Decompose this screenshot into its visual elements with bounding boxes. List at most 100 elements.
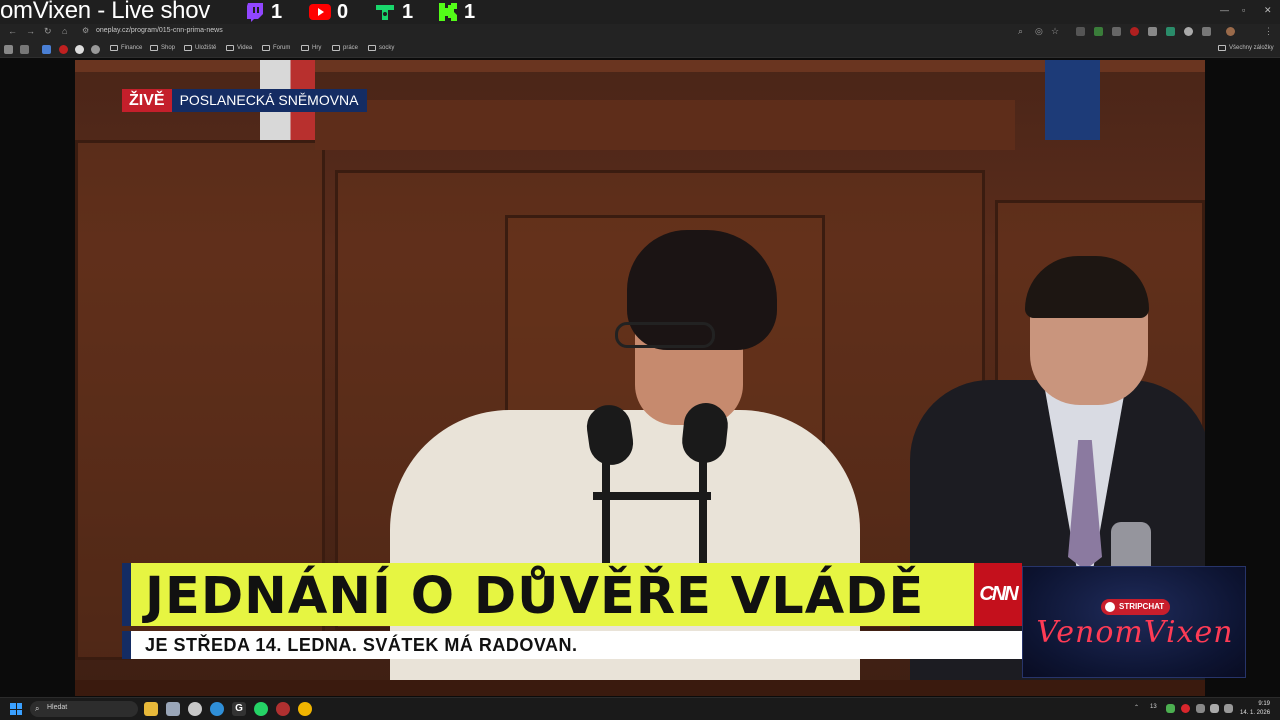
- bookmark-videos[interactable]: Videa: [226, 45, 252, 51]
- chevron-up-icon[interactable]: ⌃: [1134, 704, 1139, 711]
- file-explorer-icon[interactable]: [144, 702, 158, 716]
- tray-app-icon[interactable]: [1181, 704, 1190, 713]
- back-icon[interactable]: ←: [8, 26, 17, 36]
- window-title-bar[interactable]: omVixen - Live shov 1 0 1 1 — ▫ ✕: [0, 0, 1280, 24]
- folder-icon: [110, 45, 118, 51]
- settings-icon[interactable]: [188, 702, 202, 716]
- taskbar-search[interactable]: ⌕ Hledat: [30, 701, 138, 717]
- stripchat-logo-icon: [1105, 602, 1115, 612]
- wood-rail: [315, 100, 1015, 150]
- calculator-icon[interactable]: [166, 702, 180, 716]
- bookmark-favicon[interactable]: [42, 45, 51, 54]
- bookmark-games[interactable]: Hry: [301, 45, 321, 51]
- folder-icon: [184, 45, 192, 51]
- home-icon[interactable]: ⌂: [62, 26, 67, 36]
- bookmark-socky[interactable]: socky: [368, 45, 394, 51]
- minimize-icon[interactable]: —: [1220, 5, 1229, 15]
- system-clock[interactable]: 9:19 14. 1. 2026: [1240, 700, 1270, 718]
- bookmark-favicon[interactable]: [75, 45, 84, 54]
- taskbar: ⌕ Hledat G ⌃ 13 9:19 14. 1. 2026: [0, 697, 1280, 720]
- extension-icon[interactable]: [1076, 27, 1085, 36]
- puzzle-icon[interactable]: [1202, 27, 1211, 36]
- extension-icon[interactable]: [1094, 27, 1103, 36]
- reload-icon[interactable]: ↻: [44, 26, 52, 37]
- hide-icon[interactable]: ◎: [1035, 26, 1043, 37]
- trovo-icon: [376, 5, 394, 20]
- desk-edge: [75, 680, 1205, 696]
- extension-icon[interactable]: [1112, 27, 1121, 36]
- close-icon[interactable]: ✕: [1264, 5, 1272, 16]
- avatar[interactable]: [1226, 27, 1235, 36]
- lower-third: JEDNÁNÍ O DŮVĚŘE VLÁDĚ CNN JE STŘEDA 14.…: [122, 563, 1022, 660]
- youtube-viewer-stat: 0: [309, 1, 348, 23]
- grid-icon[interactable]: [20, 45, 29, 54]
- search-placeholder: Hledat: [47, 704, 68, 711]
- chrome-icon[interactable]: [298, 702, 312, 716]
- kick-count: 1: [464, 0, 476, 23]
- cnn-logo: CNN: [974, 563, 1022, 626]
- bookmark-storage[interactable]: Uložiště: [184, 45, 216, 51]
- ticker-text: JE STŘEDA 14. LEDNA. SVÁTEK MÁ RADOVAN.: [145, 635, 578, 655]
- site-info-icon[interactable]: ⚙: [82, 26, 89, 35]
- bookmark-work[interactable]: práce: [332, 45, 358, 51]
- edge-icon[interactable]: [210, 702, 224, 716]
- location-label: POSLANECKÁ SNĚMOVNA: [171, 89, 367, 112]
- clock-time: 9:19: [1258, 701, 1271, 707]
- g-app-icon[interactable]: G: [232, 702, 246, 716]
- address-bar[interactable]: oneplay.cz/program/015-cnn-prima-news: [96, 27, 223, 34]
- folder-icon: [1218, 45, 1226, 51]
- twitch-count: 1: [271, 0, 283, 23]
- zoom-icon[interactable]: ⌕: [1018, 26, 1023, 37]
- extension-icon[interactable]: [1166, 27, 1175, 36]
- youtube-icon: [309, 4, 331, 20]
- screen: omVixen - Live shov 1 0 1 1 — ▫ ✕ ← → ↻ …: [0, 0, 1280, 720]
- bookmark-favicon[interactable]: [91, 45, 100, 54]
- kick-icon: [439, 3, 457, 21]
- extension-icon[interactable]: [1148, 27, 1157, 36]
- search-icon: ⌕: [35, 704, 40, 713]
- folder-icon: [226, 45, 234, 51]
- maximize-icon[interactable]: ▫: [1242, 5, 1245, 15]
- bookmark-star-icon[interactable]: ☆: [1051, 26, 1059, 37]
- bookmark-finance[interactable]: Finance: [110, 45, 142, 51]
- battery-icon[interactable]: [1224, 704, 1233, 713]
- windows-start-icon[interactable]: [10, 703, 22, 715]
- all-bookmarks[interactable]: Všechny záložky: [1218, 45, 1274, 51]
- folder-icon: [301, 45, 309, 51]
- youtube-count: 0: [337, 0, 349, 23]
- live-tag: ŽIVĚ POSLANECKÁ SNĚMOVNA: [122, 89, 367, 112]
- bookmark-label: Shop: [161, 45, 176, 51]
- shield-icon[interactable]: [1184, 27, 1193, 36]
- folder-icon: [332, 45, 340, 51]
- bookmark-label: socky: [379, 45, 395, 51]
- bookmark-label: Hry: [312, 45, 322, 51]
- apps-icon[interactable]: [4, 45, 13, 54]
- bookmark-label: Uložiště: [195, 45, 217, 51]
- stream-title: omVixen - Live shov: [0, 0, 210, 24]
- wood-rail: [75, 60, 1205, 72]
- bookmark-favicon[interactable]: [59, 45, 68, 54]
- bookmark-label: práce: [343, 45, 359, 51]
- forward-icon[interactable]: →: [26, 26, 35, 36]
- live-label: ŽIVĚ: [122, 89, 172, 112]
- bookmark-shop[interactable]: Shop: [150, 45, 175, 51]
- extension-icon[interactable]: [1130, 27, 1139, 36]
- folder-icon: [262, 45, 270, 51]
- whatsapp-icon[interactable]: [254, 702, 268, 716]
- bookmark-forum[interactable]: Forum: [262, 45, 290, 51]
- menu-icon[interactable]: ⋮: [1264, 26, 1273, 37]
- bookmarks-bar: Finance Shop Uložiště Videa Forum Hry pr…: [0, 40, 1280, 58]
- volume-icon[interactable]: [1210, 704, 1219, 713]
- network-icon[interactable]: [1196, 704, 1205, 713]
- browser-toolbar: ← → ↻ ⌂ ⚙ oneplay.cz/program/015-cnn-pri…: [0, 24, 1280, 40]
- tray-app-icon[interactable]: [1166, 704, 1175, 713]
- headline-bar: JEDNÁNÍ O DŮVĚŘE VLÁDĚ: [122, 563, 974, 626]
- trovo-viewer-stat: 1: [374, 1, 413, 23]
- recording-app-icon[interactable]: [276, 702, 290, 716]
- ticker-bar: JE STŘEDA 14. LEDNA. SVÁTEK MÁ RADOVAN.: [122, 631, 1022, 659]
- streamer-name: VenomVixen: [1036, 615, 1234, 650]
- bookmark-label: Forum: [273, 45, 291, 51]
- stripchat-overlay: STRIPCHAT VenomVixen: [1022, 566, 1246, 678]
- stripchat-label: STRIPCHAT: [1119, 602, 1165, 611]
- folder-icon: [150, 45, 158, 51]
